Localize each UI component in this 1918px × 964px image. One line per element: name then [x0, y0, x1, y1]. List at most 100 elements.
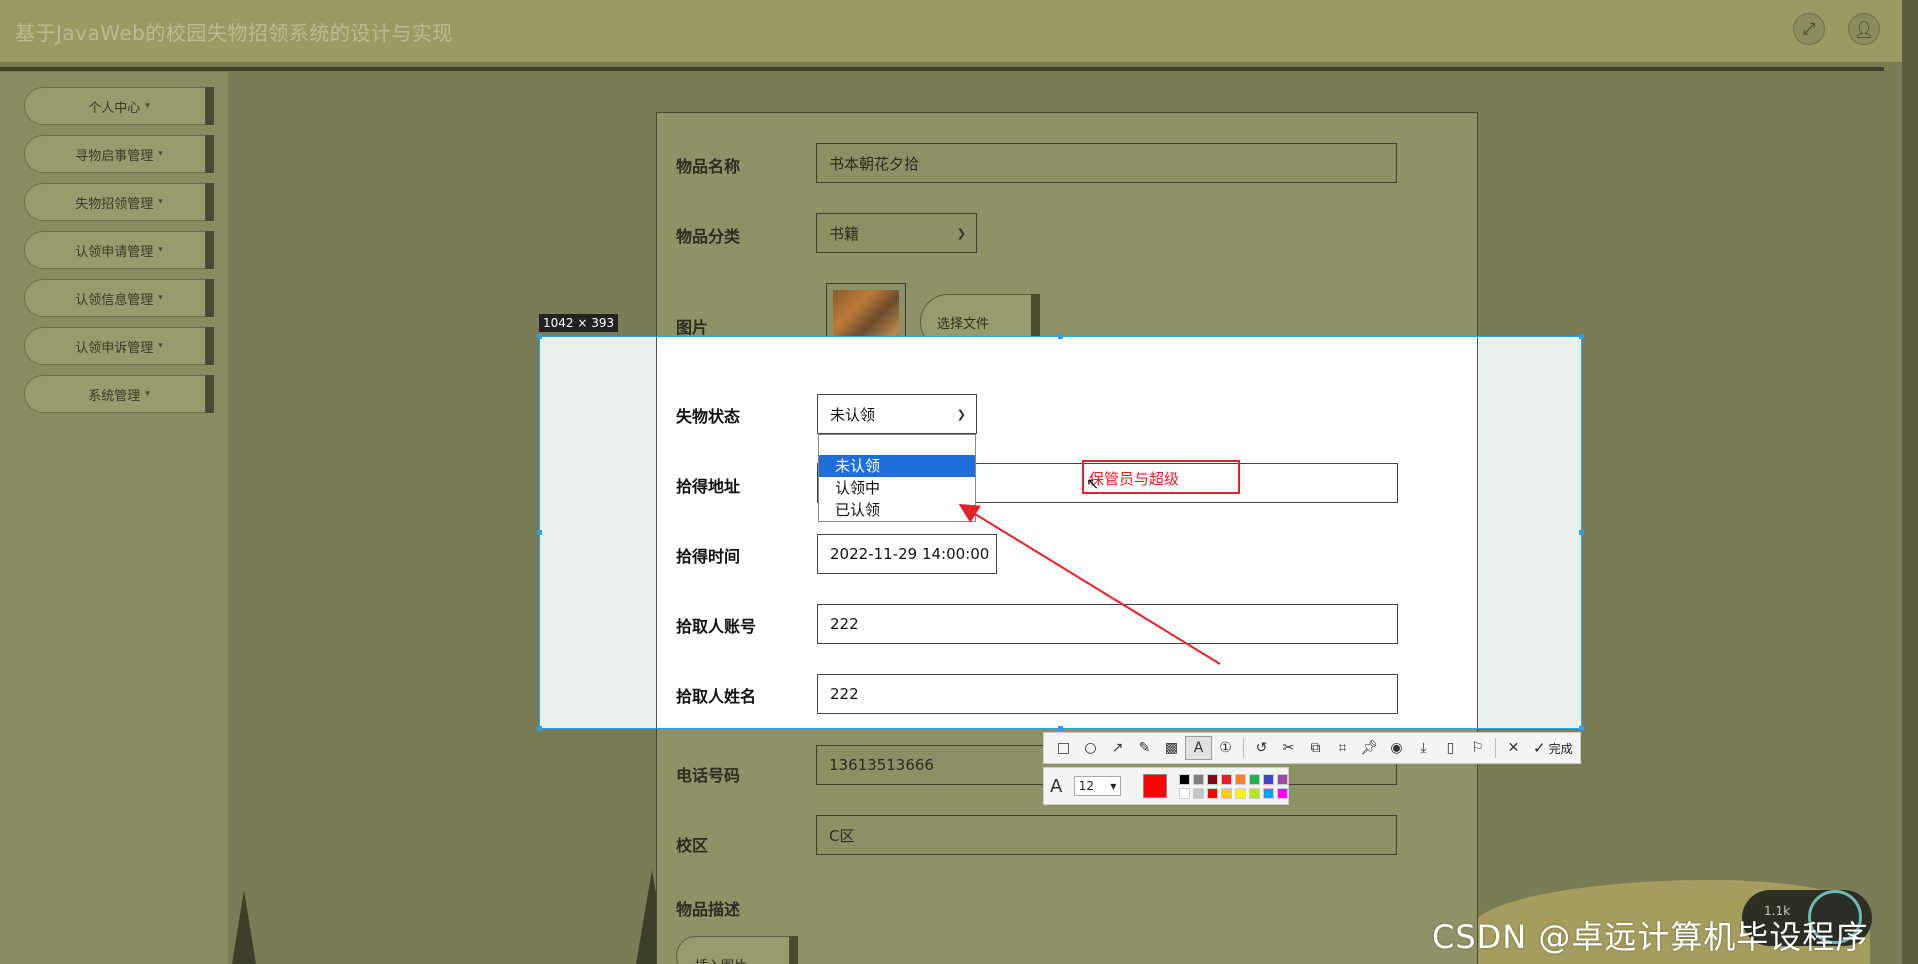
- sidebar-item-personal-center[interactable]: 个人中心 ▾: [24, 87, 214, 125]
- item-name-input[interactable]: 书本朝花夕拾: [816, 143, 1397, 183]
- color-swatch[interactable]: [1263, 773, 1274, 785]
- page-scrollbar[interactable]: [1902, 0, 1918, 964]
- chevron-down-icon: ▾: [158, 245, 163, 255]
- close-icon[interactable]: ✕: [1500, 736, 1527, 760]
- top-header: 基于JavaWeb的校园失物招领系统的设计与实现 ⤢ 👤︎: [0, 0, 1918, 62]
- mouse-cursor-icon: ↖: [1086, 474, 1100, 493]
- campus-label: 校区: [676, 836, 709, 855]
- text-style-bar: A 12 ▾: [1043, 767, 1289, 805]
- color-swatch[interactable]: [1221, 787, 1232, 799]
- background-spike: [232, 890, 256, 964]
- campus-input[interactable]: C区: [816, 815, 1397, 855]
- dropdown-option[interactable]: 已认领: [819, 499, 975, 521]
- color-palette: [1179, 773, 1288, 799]
- chevron-down-icon: ▾: [158, 149, 163, 159]
- phone-icon[interactable]: ▯: [1437, 736, 1464, 760]
- bookmark-icon[interactable]: ⚐: [1464, 736, 1491, 760]
- font-size-select[interactable]: 12 ▾: [1073, 776, 1122, 796]
- sidebar-item-lost-notice[interactable]: 寻物启事管理 ▾: [24, 135, 214, 173]
- sidebar-item-claim-info[interactable]: 认领信息管理 ▾: [24, 279, 214, 317]
- sidebar-item-found-items[interactable]: 失物招领管理 ▾: [24, 183, 214, 221]
- user-icon[interactable]: 👤︎: [1848, 13, 1880, 45]
- resize-handle[interactable]: [1058, 726, 1063, 731]
- chevron-down-icon: ▾: [158, 293, 163, 303]
- resize-handle[interactable]: [537, 530, 542, 535]
- status-dropdown-list[interactable]: 未认领 认领中 已认领: [818, 434, 976, 522]
- color-swatch[interactable]: [1207, 787, 1218, 799]
- rectangle-tool-icon[interactable]: □: [1050, 736, 1077, 760]
- sidebar-item-system[interactable]: 系统管理 ▾: [24, 375, 214, 413]
- color-swatch[interactable]: [1193, 787, 1204, 799]
- finder-account-input[interactable]: 222: [817, 604, 1398, 644]
- mosaic-tool-icon[interactable]: ▩: [1158, 736, 1185, 760]
- insert-image-button[interactable]: 插入图片: [676, 936, 798, 964]
- item-category-select[interactable]: 书籍 ❯: [816, 213, 977, 253]
- font-icon: A: [1050, 775, 1063, 797]
- color-swatch[interactable]: [1249, 787, 1260, 799]
- description-label: 物品描述: [676, 900, 741, 919]
- record-icon[interactable]: ◉: [1383, 736, 1410, 760]
- text-annotation-box[interactable]: 保管员与超级: [1082, 460, 1240, 494]
- done-button[interactable]: ✓ 完成: [1533, 739, 1573, 757]
- resize-handle[interactable]: [537, 334, 542, 339]
- form-card-highlighted: [656, 337, 1478, 728]
- chevron-down-icon: ▾: [1110, 779, 1117, 793]
- sidebar: 个人中心 ▾ 寻物启事管理 ▾ 失物招领管理 ▾ 认领申请管理 ▾ 认领信息管理 ▾ 认领…: [0, 72, 228, 964]
- pin-icon[interactable]: 📌︎: [1356, 736, 1383, 760]
- dropdown-option[interactable]: 认领中: [819, 477, 975, 499]
- resize-handle[interactable]: [1058, 334, 1063, 339]
- header-divider: [0, 67, 1884, 71]
- item-name-label: 物品名称: [676, 157, 741, 176]
- color-swatch[interactable]: [1207, 773, 1218, 785]
- sidebar-item-claim-appeal[interactable]: 认领申诉管理 ▾: [24, 327, 214, 365]
- annotation-toolbar: □ ○ ↗ ✎ ▩ A ① ↺ ✂ ⧉ ⌗ 📌︎ ◉ ⤓ ▯ ⚐ ✕ ✓ 完成: [1043, 732, 1581, 764]
- text-tool-icon[interactable]: A: [1185, 736, 1212, 760]
- status-select[interactable]: 未认领 ❯: [817, 394, 977, 434]
- system-title: 基于JavaWeb的校园失物招领系统的设计与实现: [15, 21, 453, 45]
- screenshot-selection[interactable]: 失物状态 未认领 ❯ 拾得地址 拾得时间 2022-11-29 14:00:00 …: [539, 336, 1582, 729]
- color-swatch[interactable]: [1277, 787, 1288, 799]
- chevron-down-icon: ▾: [158, 197, 163, 207]
- color-swatch[interactable]: [1179, 787, 1190, 799]
- chevron-down-icon: ▾: [158, 341, 163, 351]
- color-swatch[interactable]: [1235, 787, 1246, 799]
- resize-handle[interactable]: [537, 726, 542, 731]
- finder-name-input[interactable]: 222: [817, 674, 1398, 714]
- undo-icon[interactable]: ↺: [1248, 736, 1275, 760]
- chevron-down-icon: ▾: [145, 101, 150, 111]
- toolbar-divider: [1243, 738, 1244, 758]
- phone-label: 电话号码: [676, 766, 741, 785]
- sidebar-item-claim-apply[interactable]: 认领申请管理 ▾: [24, 231, 214, 269]
- scissors-icon[interactable]: ✂: [1275, 736, 1302, 760]
- translate-icon[interactable]: ⧉: [1302, 736, 1329, 760]
- color-swatch[interactable]: [1193, 773, 1204, 785]
- color-swatch[interactable]: [1179, 773, 1190, 785]
- ocr-icon[interactable]: ⌗: [1329, 736, 1356, 760]
- resize-handle[interactable]: [1579, 530, 1584, 535]
- number-tool-icon[interactable]: ①: [1212, 736, 1239, 760]
- pen-tool-icon[interactable]: ✎: [1131, 736, 1158, 760]
- color-swatch[interactable]: [1263, 787, 1274, 799]
- chevron-down-icon: ❯: [956, 407, 966, 421]
- color-swatch[interactable]: [1221, 773, 1232, 785]
- download-icon[interactable]: ⤓: [1410, 736, 1437, 760]
- found-time-input[interactable]: 2022-11-29 14:00:00: [817, 534, 997, 574]
- found-time-label: 拾得时间: [676, 547, 741, 566]
- finder-name-label: 拾取人姓名: [676, 687, 757, 706]
- image-label: 图片: [676, 318, 709, 337]
- finder-account-label: 拾取人账号: [676, 617, 757, 636]
- color-swatch[interactable]: [1277, 773, 1288, 785]
- fullscreen-icon[interactable]: ⤢: [1793, 13, 1825, 45]
- current-color-swatch[interactable]: [1143, 774, 1167, 798]
- chevron-down-icon: ▾: [145, 389, 150, 399]
- found-address-label: 拾得地址: [676, 477, 741, 496]
- ellipse-tool-icon[interactable]: ○: [1077, 736, 1104, 760]
- dropdown-option[interactable]: 未认领: [819, 455, 975, 477]
- resize-handle[interactable]: [1579, 726, 1584, 731]
- selection-dimensions: 1042 × 393: [539, 314, 619, 332]
- csdn-watermark: CSDN @卓远计算机毕设程序: [1432, 918, 1869, 956]
- resize-handle[interactable]: [1579, 334, 1584, 339]
- color-swatch[interactable]: [1249, 773, 1260, 785]
- color-swatch[interactable]: [1235, 773, 1246, 785]
- arrow-tool-icon[interactable]: ↗: [1104, 736, 1131, 760]
